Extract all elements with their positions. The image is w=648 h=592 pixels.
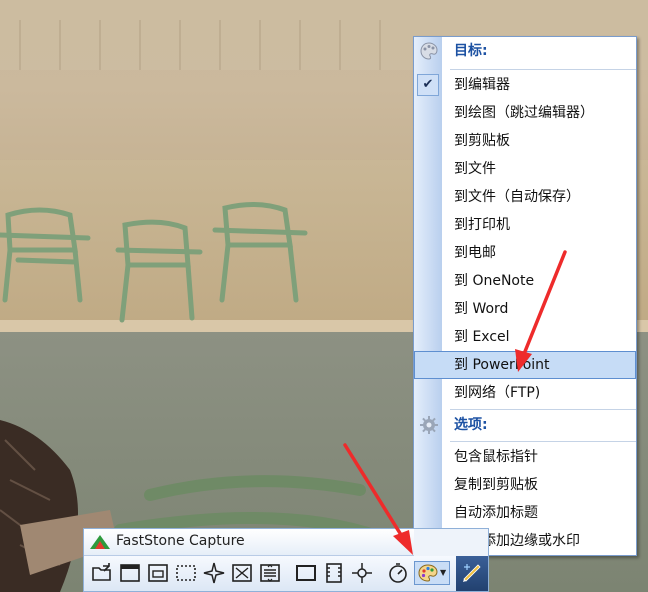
menu-item-to-clipboard[interactable]: 到剪贴板 [414, 127, 636, 155]
menu-item-label: 到 OneNote [454, 273, 535, 289]
menu-item-label: 包含鼠标指针 [454, 449, 538, 465]
capture-fullscreen-button[interactable] [230, 561, 254, 585]
menu-header-target: 目标: [414, 37, 636, 65]
capture-fixed-region-icon [296, 565, 316, 581]
faststone-logo-icon [90, 535, 110, 549]
menu-item-label: 到剪贴板 [454, 133, 510, 149]
capture-object-icon [148, 564, 168, 582]
menu-item-label: 到绘图（跳过编辑器） [454, 105, 594, 121]
settings-brush-icon [463, 564, 481, 582]
palette-icon [420, 42, 438, 60]
menu-item-to-printer[interactable]: 到打印机 [414, 211, 636, 239]
menu-header-options: 选项: [414, 411, 636, 439]
menu-item-label: 到文件 [454, 161, 496, 177]
menu-item-to-file-autosave[interactable]: 到文件（自动保存） [414, 183, 636, 211]
menu-item-to-editor[interactable]: ✔ 到编辑器 [414, 71, 636, 99]
open-file-icon [92, 563, 111, 581]
menu-item-label: 到网络（FTP) [454, 385, 541, 401]
capture-freehand-button[interactable] [202, 561, 226, 585]
menu-item-to-powerpoint[interactable]: 到 PowerPoint [414, 351, 636, 379]
toolbar-buttons: ▼ [84, 556, 488, 591]
color-picker-icon [352, 563, 372, 583]
capture-freehand-icon [203, 562, 225, 584]
screen-recorder-button[interactable] [322, 561, 346, 585]
menu-option-include-cursor[interactable]: 包含鼠标指针 [414, 443, 636, 471]
menu-item-to-paint[interactable]: 到绘图（跳过编辑器） [414, 99, 636, 127]
menu-item-label: 复制到剪贴板 [454, 477, 538, 493]
menu-option-auto-caption[interactable]: 自动添加标题 [414, 499, 636, 527]
menu-item-to-email[interactable]: 到电邮 [414, 239, 636, 267]
menu-item-to-word[interactable]: 到 Word [414, 295, 636, 323]
toolbar-title: FastStone Capture [116, 533, 245, 549]
open-file-button[interactable] [90, 561, 114, 585]
capture-window-button[interactable] [118, 561, 142, 585]
menu-item-to-excel[interactable]: 到 Excel [414, 323, 636, 351]
menu-item-to-ftp[interactable]: 到网络（FTP) [414, 379, 636, 407]
capture-scrolling-button[interactable] [258, 561, 282, 585]
gear-icon [420, 416, 438, 434]
color-picker-button[interactable] [350, 561, 374, 585]
checkmark-icon: ✔ [417, 74, 439, 96]
screen-recorder-icon [326, 563, 342, 583]
menu-item-to-onenote[interactable]: 到 OneNote [414, 267, 636, 295]
menu-item-label: 到编辑器 [454, 77, 510, 93]
menu-item-label: 到打印机 [454, 217, 510, 233]
output-destination-button[interactable]: ▼ [414, 561, 450, 585]
capture-fullscreen-icon [232, 564, 252, 582]
menu-item-label: 到电邮 [454, 245, 496, 261]
menu-option-copy-clipboard[interactable]: 复制到剪贴板 [414, 471, 636, 499]
capture-window-icon [120, 564, 140, 582]
capture-rectangle-icon [176, 565, 196, 581]
capture-object-button[interactable] [146, 561, 170, 585]
delay-timer-icon [389, 563, 407, 583]
menu-item-label: 到 Excel [454, 329, 510, 345]
menu-separator [450, 441, 636, 442]
menu-item-label: 到 Word [454, 301, 509, 317]
capture-fixed-region-button[interactable] [294, 561, 318, 585]
menu-item-label: 自动添加标题 [454, 505, 538, 521]
output-destination-icon [418, 564, 438, 582]
output-destination-menu: 目标: ✔ 到编辑器 到绘图（跳过编辑器） 到剪贴板 到文件 到文件（自动保存）… [413, 36, 637, 556]
menu-item-to-file[interactable]: 到文件 [414, 155, 636, 183]
toolbar-titlebar[interactable]: FastStone Capture [84, 529, 414, 556]
faststone-toolbar: FastStone Capture ▼ [83, 528, 489, 592]
menu-item-label: 到文件（自动保存） [454, 189, 580, 205]
capture-scrolling-icon [260, 564, 280, 582]
chevron-down-icon: ▼ [440, 568, 447, 577]
delay-timer-button[interactable] [386, 561, 410, 585]
menu-header-label: 目标: [454, 43, 488, 59]
menu-separator [450, 409, 636, 410]
capture-rectangle-button[interactable] [174, 561, 198, 585]
settings-button[interactable] [456, 556, 488, 591]
menu-item-label: 到 PowerPoint [454, 357, 550, 373]
menu-separator [450, 69, 636, 70]
menu-header-label: 选项: [454, 417, 488, 433]
